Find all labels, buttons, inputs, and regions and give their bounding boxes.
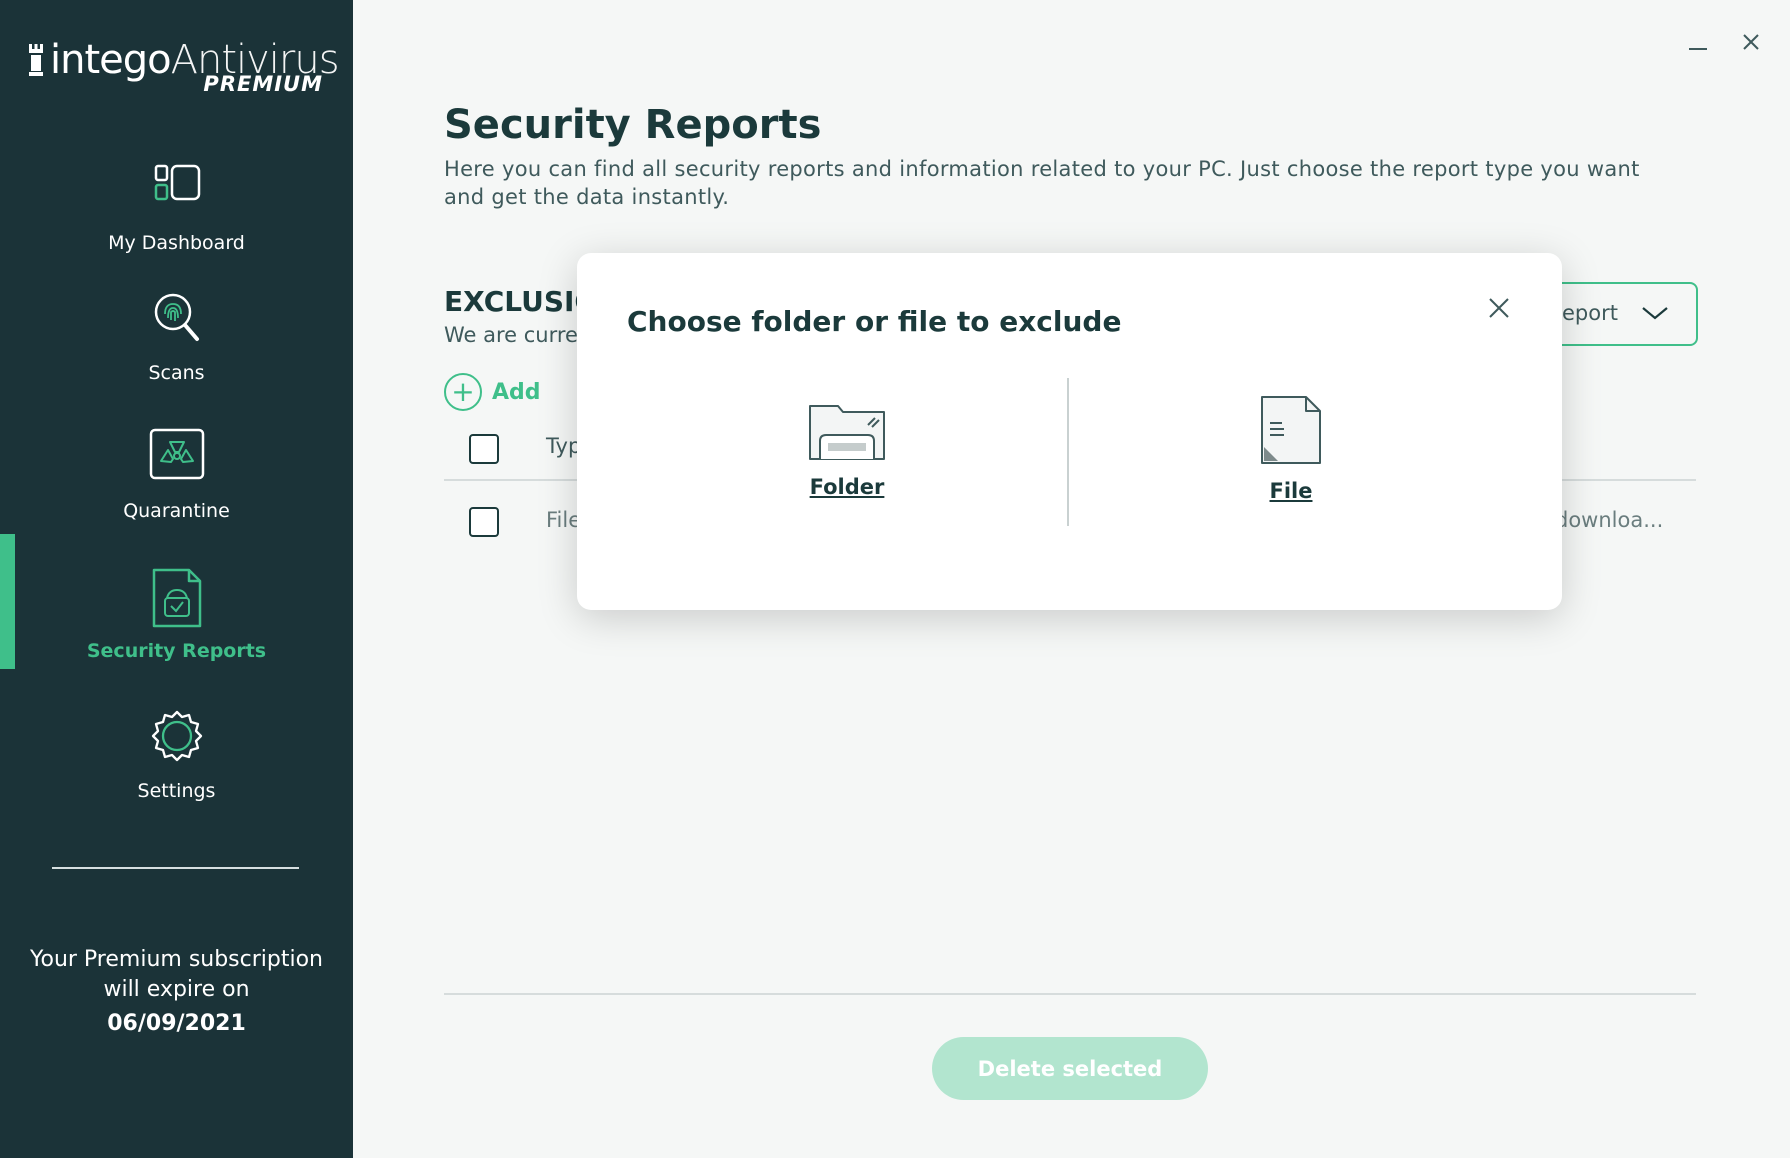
folder-option-label: Folder [809,475,885,499]
page-description: Here you can find all security reports a… [444,157,1640,209]
sidebar-item-label: My Dashboard [108,232,245,254]
radiation-icon [149,428,204,480]
file-icon [1261,396,1321,464]
file-option-label: File [1269,479,1313,503]
table-bottom-divider [444,993,1696,995]
sidebar-divider [52,867,299,869]
rook-logo-icon [29,44,43,76]
sidebar-item-label: Scans [148,362,205,384]
fingerprint-scan-icon [154,293,199,341]
option-divider [1067,378,1069,526]
choose-folder-option[interactable]: Folder [747,403,947,499]
close-dialog-icon[interactable] [1486,295,1512,321]
choose-file-option[interactable]: File [1191,395,1391,503]
subscription-line-2: will expire on [103,977,250,1002]
subscription-line-1: Your Premium subscription [29,947,324,972]
sidebar-item-label: Quarantine [123,500,230,522]
chevron-down-icon [1642,307,1668,320]
sidebar-item-scans[interactable]: Scans [0,290,353,410]
section-subtitle: We are curre [444,323,578,347]
report-type-label: eport [1562,301,1618,325]
logo-brand: intego [50,37,172,83]
section-title: EXCLUSIO [444,285,599,318]
delete-selected-button[interactable]: Delete selected [932,1037,1208,1100]
sidebar-item-quarantine[interactable]: Quarantine [0,428,353,548]
row-path-cell: downloa... [1555,508,1664,532]
dialog-title: Choose folder or file to exclude [627,305,1122,338]
sidebar-item-label: Settings [137,780,216,802]
sidebar-item-label: Security Reports [86,640,267,662]
sidebar: intego Antivirus PREMIUM My Dashboard Sc… [0,0,353,1158]
report-type-dropdown[interactable]: eport [1540,282,1698,346]
logo-tier: PREMIUM [203,72,323,96]
row-type-cell: File [546,508,582,532]
add-label: Add [492,379,541,405]
minimize-icon[interactable] [1683,28,1713,58]
folder-icon [809,405,885,460]
add-exclusion-button[interactable]: + Add [444,372,541,412]
report-icon [152,568,201,628]
dashboard-icon [154,164,200,201]
row-checkbox[interactable] [469,507,499,537]
sidebar-item-settings[interactable]: Settings [0,708,353,828]
sidebar-item-my-dashboard[interactable]: My Dashboard [0,160,353,280]
plus-icon: + [444,373,482,411]
exclusion-choice-dialog: Choose folder or file to exclude Folder … [577,253,1562,610]
close-window-icon[interactable] [1736,28,1766,58]
gear-icon [151,710,202,762]
sidebar-item-security-reports[interactable]: Security Reports [0,568,353,688]
select-all-checkbox[interactable] [469,434,499,464]
subscription-expiry-date: 06/09/2021 [107,1011,246,1036]
page-title: Security Reports [444,102,822,148]
